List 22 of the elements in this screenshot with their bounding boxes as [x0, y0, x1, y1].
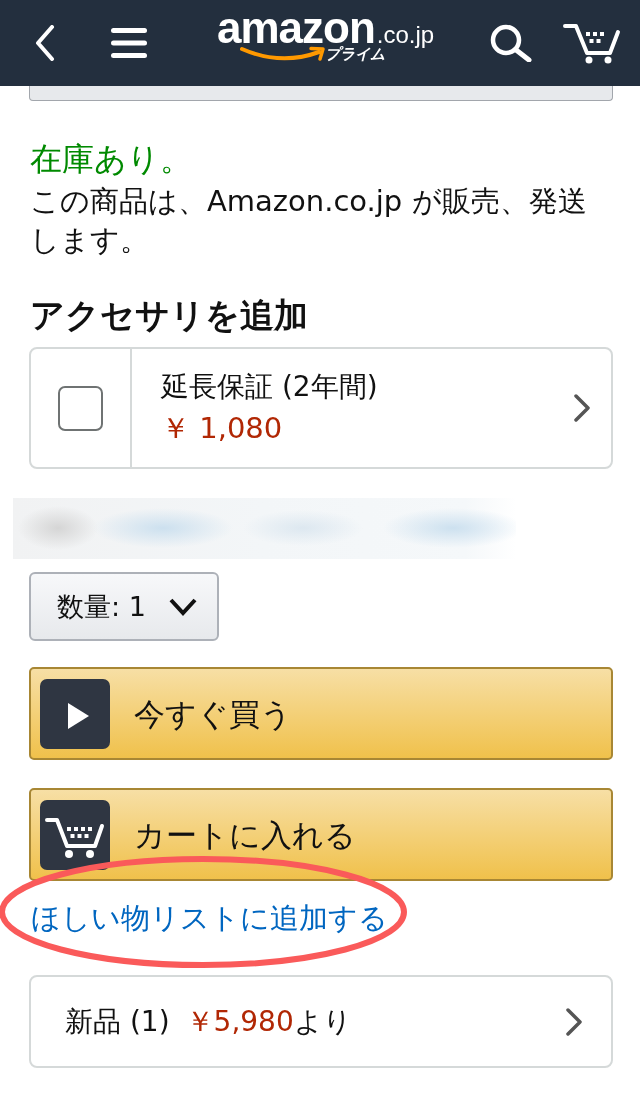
- section-heading: アクセサリを追加: [30, 294, 308, 337]
- logo-domain: .co.jp: [376, 23, 435, 47]
- new-offers-row[interactable]: 新品 (1) ￥5,980より: [29, 975, 613, 1068]
- accessory-card[interactable]: 延長保証 (2年間) ￥ 1,080: [29, 347, 613, 469]
- checkbox[interactable]: [58, 385, 103, 431]
- accessory-price: ￥ 1,080: [161, 410, 283, 447]
- chevron-right-icon: [574, 394, 590, 422]
- cart-icon[interactable]: [563, 22, 621, 64]
- availability-status: 在庫あり。: [30, 139, 192, 179]
- back-icon[interactable]: [35, 25, 55, 61]
- quantity-dropdown[interactable]: 数量: 1: [29, 572, 219, 641]
- add-to-cart-button[interactable]: カートに入れる: [29, 788, 613, 881]
- buy-now-button[interactable]: 今すぐ買う: [29, 667, 613, 760]
- play-icon: [40, 678, 110, 749]
- cart-icon: [40, 799, 110, 870]
- search-icon[interactable]: [490, 24, 532, 62]
- accessory-label: 延長保証 (2年間): [161, 369, 378, 405]
- menu-icon[interactable]: [111, 28, 147, 58]
- chevron-down-icon: [169, 597, 197, 616]
- seller-note: この商品は、Amazon.co.jp が販売、発送します。: [30, 183, 588, 259]
- chevron-right-icon: [566, 1007, 582, 1036]
- smile-arrow-icon: [239, 46, 327, 64]
